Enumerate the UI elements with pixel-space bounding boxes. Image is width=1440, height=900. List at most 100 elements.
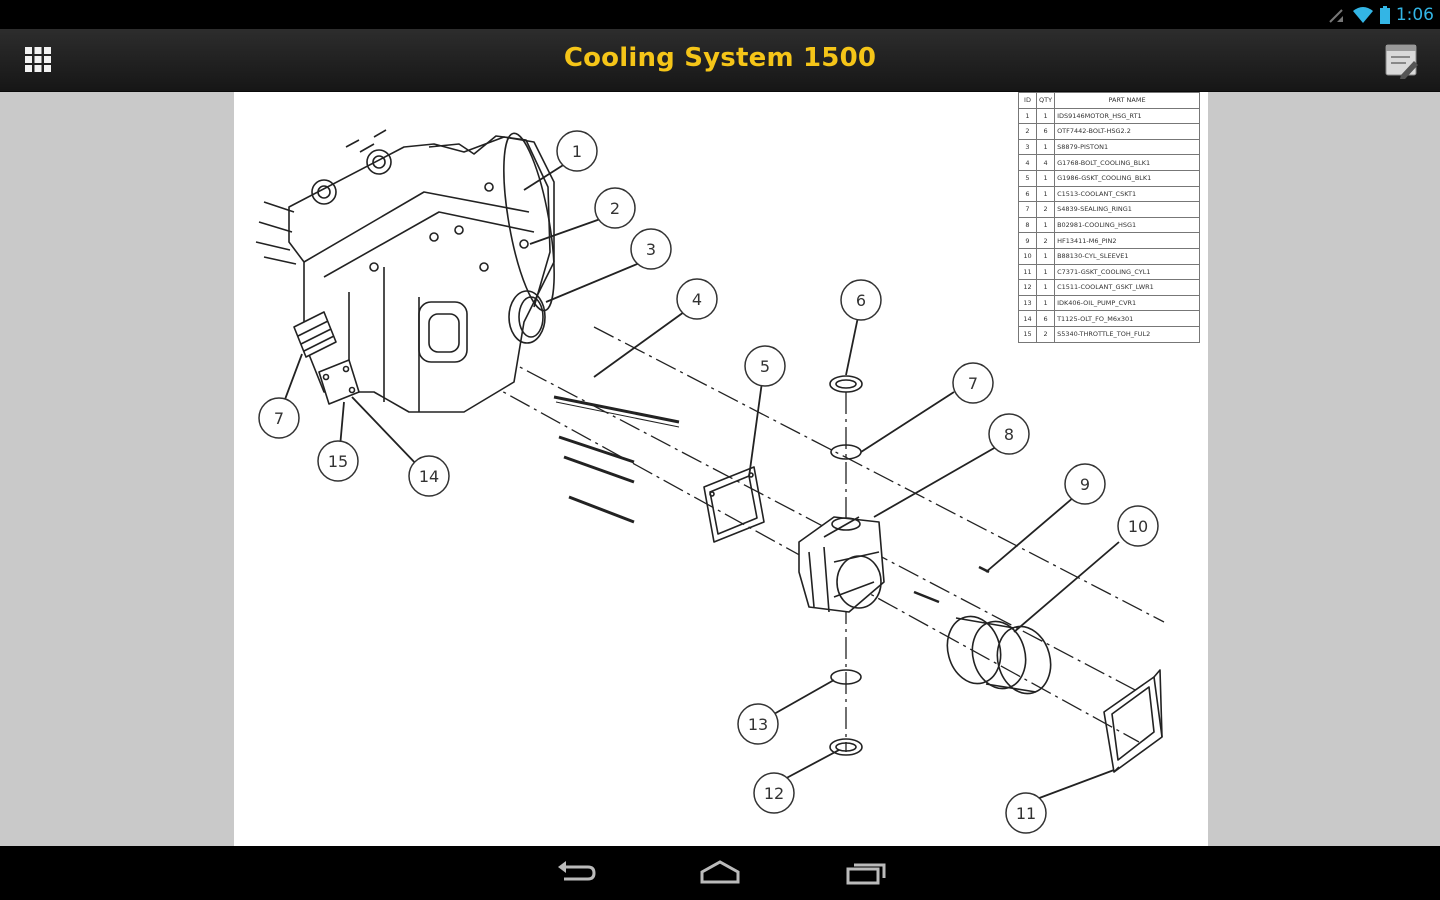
table-cell-name: C7371-GSKT_COOLING_CYL1	[1054, 263, 1201, 281]
table-cell-name: S4839-SEALING_RING1	[1054, 201, 1201, 218]
table-cell-id: 9	[1018, 232, 1037, 249]
callout-label: 3	[646, 240, 656, 259]
edit-notes-icon	[1385, 44, 1418, 79]
table-row: 13 1 IDK406-OIL_PUMP_CVR1	[1018, 294, 1201, 312]
table-cell-name: HF13411-M6_PIN2	[1054, 232, 1201, 249]
table-row: 11 1 C7371-GSKT_COOLING_CYL1	[1018, 263, 1201, 281]
table-cell-id: 10	[1018, 247, 1037, 265]
parts-table: ID QTY PART NAME 1 1 IDS9146MOTOR_HSG_RT1 2…	[1018, 92, 1201, 343]
table-cell-qty: 1	[1035, 138, 1056, 156]
callout-label: 2	[610, 199, 620, 218]
back-icon	[558, 861, 596, 881]
table-cell-qty: 1	[1035, 279, 1056, 296]
diagram-sheet[interactable]: 1 2 3 4 5 6 7 8 9 10 11 12 13 14 15 7 ID QTY PART NAME …	[234, 92, 1208, 846]
recent-apps-icon	[846, 863, 886, 885]
callout-label: 1	[572, 142, 582, 161]
callout-label: 14	[419, 467, 439, 486]
table-cell-name: G1768-BOLT_COOLING_BLK1	[1054, 154, 1201, 171]
table-cell-name: IDK406-OIL_PUMP_CVR1	[1054, 294, 1201, 312]
wifi-icon	[1352, 7, 1373, 23]
table-cell-name: G1986-GSKT_COOLING_BLK1	[1054, 169, 1201, 187]
col-qty: QTY	[1035, 92, 1056, 109]
callout-label: 15	[328, 452, 348, 471]
table-row: 8 1 B02981-COOLING_HSG1	[1018, 216, 1201, 234]
callout-label: 9	[1080, 475, 1090, 494]
edit-notes-button[interactable]	[1384, 41, 1420, 79]
table-cell-name: S8879-PISTON1	[1054, 138, 1201, 156]
battery-icon	[1379, 6, 1390, 24]
home-button[interactable]	[696, 858, 744, 888]
cooling-housing	[798, 516, 885, 613]
table-row: 2 6 OTF7442-BOLT-HSG2.2	[1018, 123, 1201, 140]
table-cell-qty: 6	[1035, 310, 1056, 327]
cylinder-sleeve	[946, 615, 1052, 695]
table-cell-name: OTF7442-BOLT-HSG2.2	[1054, 123, 1201, 140]
table-cell-id: 14	[1018, 310, 1037, 327]
table-cell-qty: 1	[1035, 169, 1056, 187]
table-cell-id: 3	[1018, 138, 1037, 156]
callout-label: 7	[274, 409, 284, 428]
callout-label: 8	[1004, 425, 1014, 444]
table-cell-name: IDS9146MOTOR_HSG_RT1	[1054, 107, 1201, 125]
table-cell-qty: 1	[1035, 294, 1056, 312]
callout-label: 12	[764, 784, 784, 803]
table-row: 7 2 S4839-SEALING_RING1	[1018, 201, 1201, 218]
callout-label: 13	[748, 715, 768, 734]
table-cell-name: C1511-COOLANT_GSKT_LWR1	[1054, 279, 1201, 296]
table-cell-qty: 1	[1035, 185, 1056, 203]
callout-label: 7	[968, 374, 978, 393]
parts-table-header: ID QTY PART NAME	[1018, 92, 1201, 109]
table-cell-qty: 1	[1035, 216, 1056, 234]
page-title: Cooling System 1500	[563, 43, 877, 73]
callout-label: 11	[1016, 804, 1036, 823]
table-cell-name: B02981-COOLING_HSG1	[1054, 216, 1201, 234]
table-row: 6 1 C1513-COOLANT_CSKT1	[1018, 185, 1201, 203]
navigation-bar	[0, 846, 1440, 900]
cooling-block-gasket	[703, 466, 765, 543]
home-icon	[700, 860, 740, 884]
table-cell-id: 7	[1018, 201, 1037, 218]
table-cell-id: 1	[1018, 107, 1037, 125]
table-row: 15 2 S5340-THROTTLE_TOH_FUL2	[1018, 325, 1201, 343]
back-button[interactable]	[552, 858, 600, 888]
table-row: 1 1 IDS9146MOTOR_HSG_RT1	[1018, 107, 1201, 125]
table-cell-name: C1513-COOLANT_CSKT1	[1054, 185, 1201, 203]
callout-label: 10	[1128, 517, 1148, 536]
table-cell-id: 11	[1018, 263, 1037, 281]
document-viewer[interactable]: 1 2 3 4 5 6 7 8 9 10 11 12 13 14 15 7 ID QTY PART NAME …	[0, 92, 1440, 846]
table-row: 3 1 S8879-PISTON1	[1018, 138, 1201, 156]
table-cell-id: 13	[1018, 294, 1037, 312]
table-row: 10 1 B88130-CYL_SLEEVE1	[1018, 247, 1201, 265]
table-cell-id: 15	[1018, 325, 1037, 343]
table-cell-qty: 2	[1035, 232, 1056, 249]
status-icons: 1:06	[1328, 5, 1434, 25]
table-cell-id: 8	[1018, 216, 1037, 234]
action-bar: Cooling System 1500	[0, 29, 1440, 93]
table-row: 5 1 G1986-GSKT_COOLING_BLK1	[1018, 169, 1201, 187]
table-cell-id: 12	[1018, 279, 1037, 296]
cooling-block-bolts	[553, 395, 680, 524]
table-cell-id: 5	[1018, 169, 1037, 187]
table-cell-id: 6	[1018, 185, 1037, 203]
status-bar: 1:06	[0, 0, 1440, 29]
callout-label: 4	[692, 290, 702, 309]
table-cell-qty: 2	[1035, 201, 1056, 218]
table-row: 9 2 HF13411-M6_PIN2	[1018, 232, 1201, 249]
table-cell-qty: 4	[1035, 154, 1056, 171]
col-part-name: PART NAME	[1054, 92, 1201, 109]
signal-off-icon	[1329, 9, 1343, 23]
recent-apps-button[interactable]	[842, 858, 890, 888]
table-cell-name: S5340-THROTTLE_TOH_FUL2	[1054, 325, 1201, 343]
table-row: 12 1 C1511-COOLANT_GSKT_LWR1	[1018, 279, 1201, 296]
table-cell-qty: 1	[1035, 247, 1056, 265]
table-cell-name: B88130-CYL_SLEEVE1	[1054, 247, 1201, 265]
table-cell-qty: 2	[1035, 325, 1056, 343]
table-cell-qty: 1	[1035, 263, 1056, 281]
table-cell-id: 4	[1018, 154, 1037, 171]
callout-label: 6	[856, 291, 866, 310]
motor-housing	[255, 129, 555, 413]
cylinder-gasket	[1103, 669, 1163, 773]
table-cell-id: 2	[1018, 123, 1037, 140]
col-id: ID	[1018, 92, 1037, 109]
status-clock: 1:06	[1395, 5, 1434, 25]
